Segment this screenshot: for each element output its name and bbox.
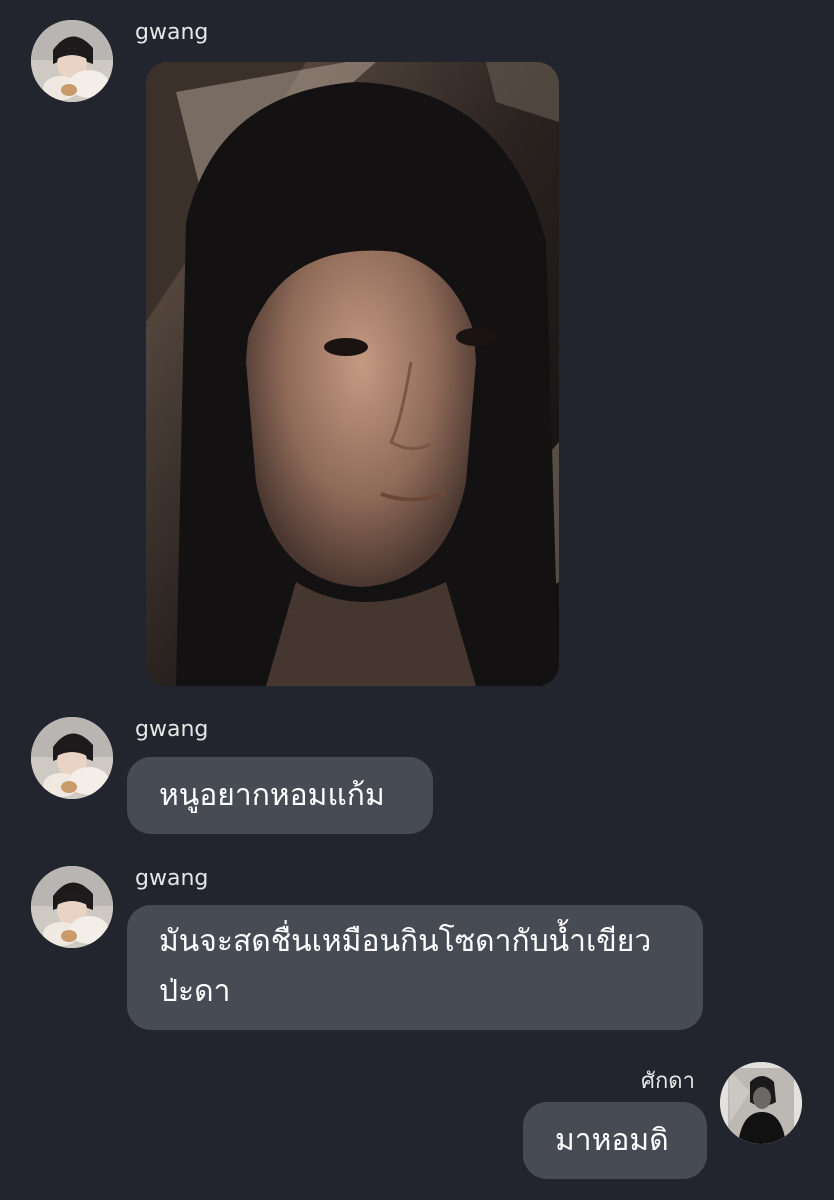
message-text-line: มันจะสดชื่นเหมือนกินโซดากับน้ำเขียว [159, 924, 652, 959]
sender-name: ศักดา [641, 1069, 695, 1094]
dark-portrait-avatar-icon [720, 1062, 802, 1144]
message-text: หนูอยากหอมแก้ม [159, 778, 385, 813]
message-text-line: ป่ะดา [159, 974, 231, 1009]
message-bubble[interactable]: มาหอมดิ [523, 1102, 707, 1179]
sender-avatar[interactable] [31, 866, 113, 948]
sender-avatar[interactable] [31, 717, 113, 799]
message-bubble[interactable]: หนูอยากหอมแก้ม [127, 757, 433, 834]
sender-avatar[interactable] [31, 20, 113, 102]
sender-name: gwang [135, 866, 209, 891]
sender-avatar[interactable] [720, 1062, 802, 1144]
sender-name: gwang [135, 20, 209, 45]
person-holding-dog-avatar-icon [31, 20, 113, 102]
message-photo[interactable] [146, 62, 559, 686]
person-holding-dog-avatar-icon [31, 866, 113, 948]
chat-thread: gwang gwang หนูอยากหอมแก้ม gwang มันจะสด… [0, 0, 834, 1200]
selfie-photo-icon [146, 62, 559, 686]
person-holding-dog-avatar-icon [31, 717, 113, 799]
message-bubble[interactable]: มันจะสดชื่นเหมือนกินโซดากับน้ำเขียว ป่ะด… [127, 905, 703, 1030]
sender-name: gwang [135, 717, 209, 742]
message-text: มาหอมดิ [555, 1123, 669, 1158]
